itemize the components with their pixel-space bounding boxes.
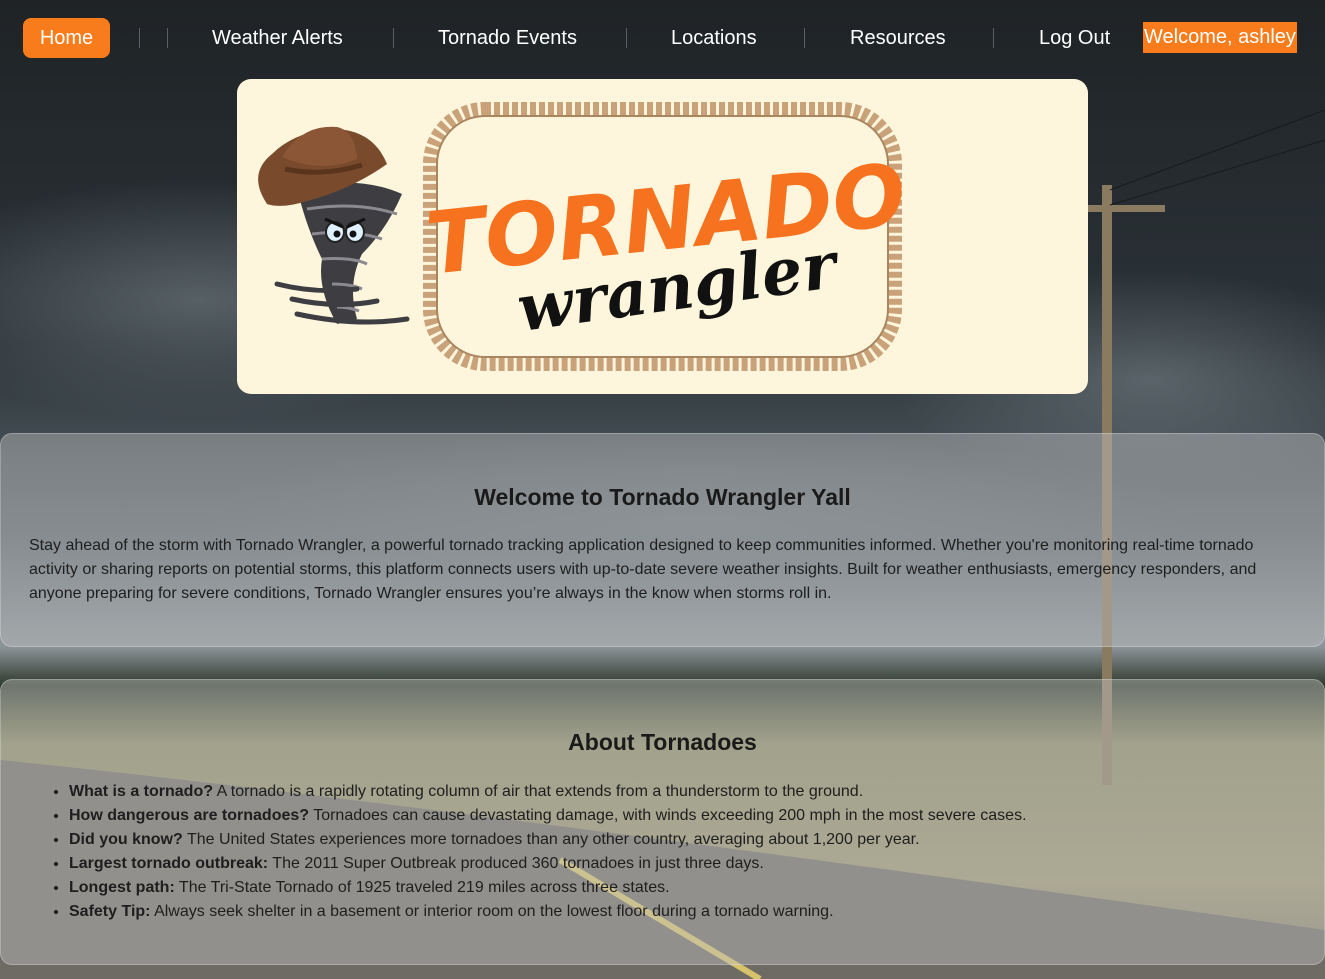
welcome-heading: Welcome to Tornado Wrangler Yall xyxy=(474,484,851,510)
fact-label: What is a tornado? xyxy=(69,783,213,800)
nav-separator xyxy=(393,28,394,48)
fact-text: Tornadoes can cause devastating damage, … xyxy=(309,807,1027,824)
welcome-section: Welcome to Tornado Wrangler Yall Stay ah… xyxy=(0,433,1325,647)
logo-banner: TORNADO wrangler xyxy=(237,79,1088,394)
fact-list-item: What is a tornado? A tornado is a rapidl… xyxy=(69,780,1269,804)
nav-home-link[interactable]: Home xyxy=(23,18,110,58)
about-tornadoes-section: About Tornadoes What is a tornado? A tor… xyxy=(0,679,1325,965)
fact-text: The 2011 Super Outbreak produced 360 tor… xyxy=(268,855,764,872)
nav-resources-link[interactable]: Resources xyxy=(850,18,946,58)
fact-list-item: Longest path: The Tri-State Tornado of 1… xyxy=(69,876,1269,900)
nav-separator xyxy=(993,28,994,48)
fact-label: Did you know? xyxy=(69,831,183,848)
tornado-wrangler-logo: TORNADO wrangler xyxy=(258,102,910,371)
fact-label: Longest path: xyxy=(69,879,175,896)
tornado-facts-list: What is a tornado? A tornado is a rapidl… xyxy=(51,780,1269,924)
nav-log-out-link[interactable]: Log Out xyxy=(1039,18,1110,58)
nav-separator xyxy=(804,28,805,48)
about-heading: About Tornadoes xyxy=(568,729,757,755)
welcome-body-text: Stay ahead of the storm with Tornado Wra… xyxy=(29,537,1257,602)
nav-locations-link[interactable]: Locations xyxy=(671,18,757,58)
fact-label: Largest tornado outbreak: xyxy=(69,855,269,872)
nav-separator xyxy=(139,28,140,48)
welcome-user-badge: Welcome, ashley xyxy=(1143,22,1297,53)
fact-label: How dangerous are tornadoes? xyxy=(69,807,310,824)
nav-separator xyxy=(167,28,168,48)
fact-list-item: Did you know? The United States experien… xyxy=(69,828,1269,852)
fact-label: Safety Tip: xyxy=(69,903,151,920)
nav-separator xyxy=(626,28,627,48)
fact-text: Always seek shelter in a basement or int… xyxy=(150,903,834,920)
tornado-mascot-icon xyxy=(258,126,410,325)
nav-weather-alerts-link[interactable]: Weather Alerts xyxy=(212,18,343,58)
nav-tornado-events-link[interactable]: Tornado Events xyxy=(438,18,577,58)
fact-text: The United States experiences more torna… xyxy=(182,831,920,848)
fact-list-item: How dangerous are tornadoes? Tornadoes c… xyxy=(69,804,1269,828)
top-nav: Home Weather Alerts Tornado Events Locat… xyxy=(0,0,1325,76)
fact-list-item: Safety Tip: Always seek shelter in a bas… xyxy=(69,900,1269,924)
fact-list-item: Largest tornado outbreak: The 2011 Super… xyxy=(69,852,1269,876)
fact-text: The Tri-State Tornado of 1925 traveled 2… xyxy=(174,879,670,896)
fact-text: A tornado is a rapidly rotating column o… xyxy=(213,783,864,800)
